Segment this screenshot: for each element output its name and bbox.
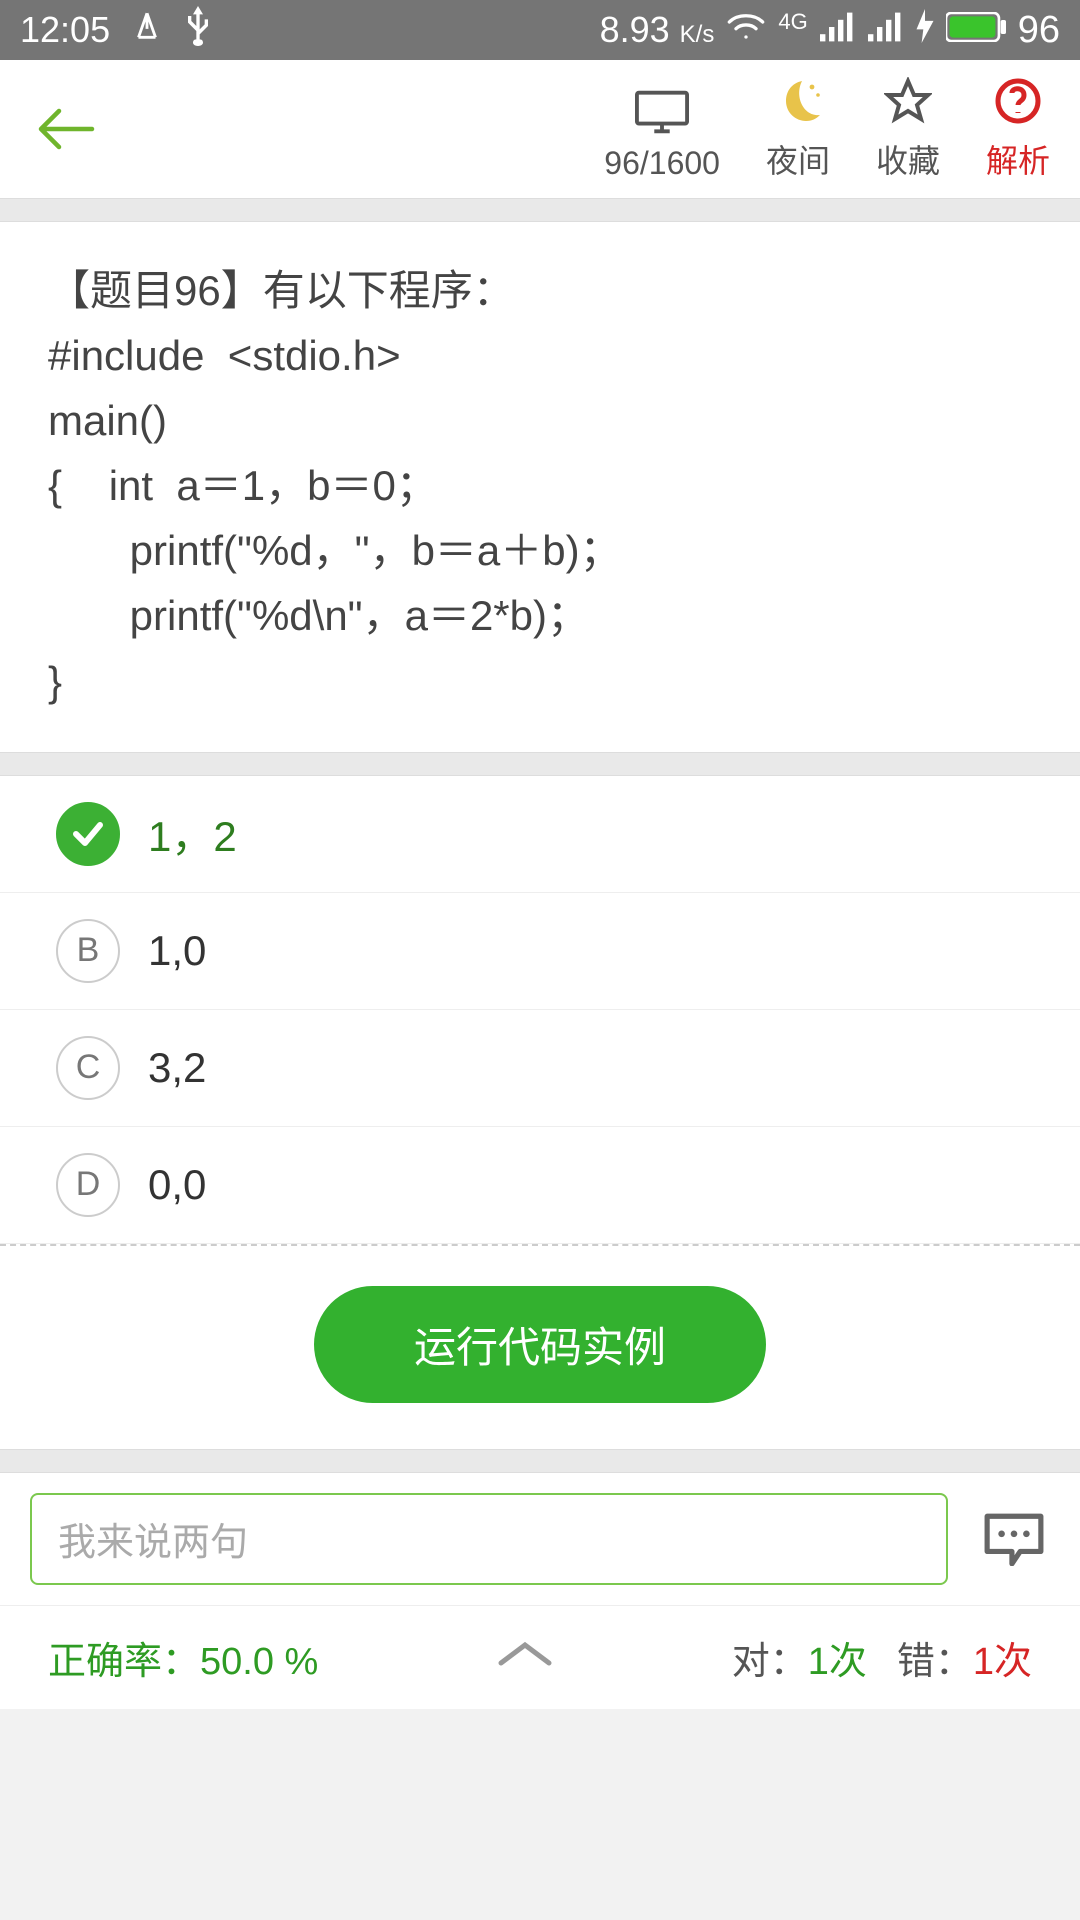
status-bar: 12:05 8.93 K/s 4G 96 (0, 0, 1080, 60)
correct-stat: 对：1次 (732, 1630, 867, 1685)
signal-4g-icon: 4G (778, 9, 807, 35)
question-line: printf("%d\n"，a＝2*b)； (48, 583, 1032, 648)
signal-bars-icon (820, 9, 856, 51)
option-text: 1,0 (148, 927, 206, 975)
usb-icon (184, 6, 212, 55)
divider (0, 198, 1080, 222)
option-letter: D (56, 1153, 120, 1217)
divider (0, 752, 1080, 776)
stats-bar: 正确率：50.0 % 对：1次 错：1次 (0, 1605, 1080, 1709)
question-circle-icon (994, 77, 1042, 130)
wrong-stat: 错：1次 (897, 1630, 1032, 1685)
back-button[interactable] (30, 94, 100, 164)
status-time: 12:05 (20, 9, 110, 51)
option-text: 3,2 (148, 1044, 206, 1092)
moon-icon (774, 77, 822, 130)
charging-icon (916, 9, 934, 52)
monitor-icon (635, 90, 689, 139)
question-line: printf("%d，"，b＝a＋b)； (48, 518, 1032, 583)
wifi-icon (726, 9, 766, 51)
accuracy-stat: 正确率：50.0 % (48, 1630, 318, 1685)
signal-bars-2-icon (868, 9, 904, 51)
option-letter: B (56, 919, 120, 983)
check-icon (56, 802, 120, 866)
battery-icon (946, 9, 1006, 51)
option-b[interactable]: B 1,0 (0, 893, 1080, 1010)
option-c[interactable]: C 3,2 (0, 1010, 1080, 1127)
option-text: 0,0 (148, 1161, 206, 1209)
favorite-button[interactable]: 收藏 (876, 77, 940, 182)
question-line: main() (48, 388, 1032, 453)
chevron-up-icon[interactable] (318, 1636, 731, 1679)
comment-row: 我来说两句 (0, 1473, 1080, 1605)
option-a[interactable]: 1，2 (0, 776, 1080, 893)
star-icon (884, 77, 932, 130)
night-mode-button[interactable]: 夜间 (766, 77, 830, 182)
question-line: 【题目96】有以下程序： (48, 258, 1032, 323)
comment-input[interactable]: 我来说两句 (30, 1493, 948, 1585)
question-content: 【题目96】有以下程序： #include <stdio.h> main() {… (0, 222, 1080, 752)
chat-icon[interactable] (978, 1503, 1050, 1575)
options-list: 1，2 B 1,0 C 3,2 D 0,0 (0, 776, 1080, 1244)
analysis-button[interactable]: 解析 (986, 77, 1050, 182)
share-icon (130, 9, 164, 52)
run-code-button[interactable]: 运行代码实例 (314, 1286, 766, 1403)
app-header: 96/1600 夜间 收藏 解析 (0, 60, 1080, 198)
question-line: } (48, 649, 1032, 714)
run-section: 运行代码实例 (0, 1244, 1080, 1449)
question-line: #include <stdio.h> (48, 323, 1032, 388)
status-speed: 8.93 K/s (600, 9, 715, 51)
option-letter: C (56, 1036, 120, 1100)
question-counter[interactable]: 96/1600 (604, 90, 720, 182)
divider (0, 1449, 1080, 1473)
question-line: { int a＝1，b＝0； (48, 453, 1032, 518)
option-text: 1，2 (148, 803, 237, 864)
option-d[interactable]: D 0,0 (0, 1127, 1080, 1244)
status-battery-pct: 96 (1018, 9, 1060, 52)
